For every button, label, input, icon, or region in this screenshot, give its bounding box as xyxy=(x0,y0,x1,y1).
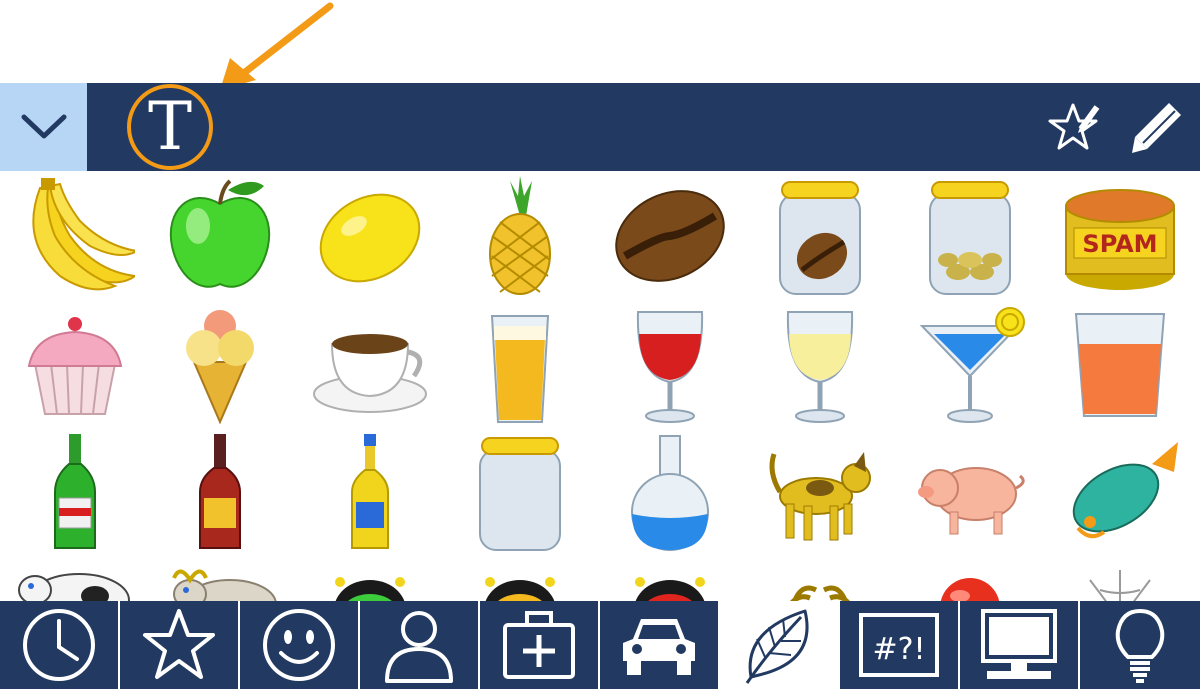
symbol-cell[interactable] xyxy=(445,171,595,301)
symbol-cell[interactable] xyxy=(145,427,295,557)
ice-cream-cone-icon xyxy=(186,310,254,424)
coffee-jar-icon xyxy=(779,181,861,295)
symbol-cell[interactable] xyxy=(295,555,445,601)
lemon-icon xyxy=(319,193,421,283)
jar-of-nuts-icon xyxy=(929,181,1011,295)
category-nature[interactable] xyxy=(720,601,840,689)
symbol-cell[interactable] xyxy=(0,427,150,557)
category-people[interactable] xyxy=(360,601,480,689)
green-bottle-icon xyxy=(54,434,96,549)
symbol-cell[interactable] xyxy=(745,555,895,601)
symbol-cell[interactable] xyxy=(895,427,1045,557)
bull-icon xyxy=(172,569,277,601)
empty-jar-icon xyxy=(479,437,561,551)
fish-icon xyxy=(1072,442,1178,539)
text-mode-button[interactable]: T xyxy=(120,83,220,171)
symbol-cell[interactable] xyxy=(445,555,595,601)
cocktail-glass-icon xyxy=(919,307,1025,423)
symbol-cell[interactable] xyxy=(1045,427,1195,557)
symbol-cell[interactable] xyxy=(0,171,150,301)
symbol-cell[interactable] xyxy=(145,555,295,601)
symbol-cell[interactable] xyxy=(595,299,745,429)
ladybug-icon xyxy=(635,577,705,601)
web-icon xyxy=(1089,570,1151,601)
symbol-cell[interactable] xyxy=(145,299,295,429)
star-pencil-icon xyxy=(1048,103,1100,150)
spam-can-icon: SPAM xyxy=(1065,189,1175,290)
lightbulb-icon xyxy=(1115,609,1165,683)
pencil-icon xyxy=(1132,103,1181,153)
banana-icon xyxy=(32,178,135,291)
juice-glass-icon xyxy=(1074,313,1166,417)
white-wine-glass-icon xyxy=(786,311,854,423)
symbol-cell[interactable] xyxy=(295,299,445,429)
top-blank-area xyxy=(0,0,1200,83)
symbol-cell[interactable] xyxy=(445,427,595,557)
edit-button[interactable] xyxy=(1127,99,1187,155)
first-aid-kit-icon xyxy=(503,611,575,679)
cupcake-icon xyxy=(27,317,123,415)
cow-icon xyxy=(18,573,130,601)
punctuation-icon: #?! xyxy=(859,613,939,677)
category-punctuation[interactable]: #?! xyxy=(840,601,960,689)
symbol-cell[interactable] xyxy=(0,555,150,601)
pineapple-icon xyxy=(489,176,551,295)
smiley-icon xyxy=(263,609,335,681)
category-ideas[interactable] xyxy=(1080,601,1200,689)
symbol-cell[interactable] xyxy=(895,555,1045,601)
wine-bottle-icon xyxy=(199,434,241,549)
collapse-button[interactable] xyxy=(0,83,87,171)
spider-icon xyxy=(790,585,850,601)
symbol-cell[interactable] xyxy=(895,299,1045,429)
symbol-toolbar: T xyxy=(0,83,1200,171)
category-computer[interactable] xyxy=(960,601,1080,689)
symbol-cell[interactable] xyxy=(295,171,445,301)
symbol-cell[interactable] xyxy=(1045,299,1195,429)
computer-icon xyxy=(981,609,1057,679)
symbol-cell[interactable]: SPAM xyxy=(1045,171,1195,301)
symbol-cell[interactable] xyxy=(745,171,895,301)
green-bug-icon xyxy=(335,577,405,601)
symbol-cell[interactable] xyxy=(895,171,1045,301)
edit-favorites-button[interactable] xyxy=(1045,99,1105,155)
chevron-down-icon xyxy=(21,114,66,139)
spam-label: SPAM xyxy=(1082,230,1157,258)
green-apple-icon xyxy=(169,179,271,288)
category-health[interactable] xyxy=(480,601,600,689)
coffee-cup-icon xyxy=(313,334,427,413)
symbol-cell[interactable] xyxy=(595,427,745,557)
yellow-bottle-icon xyxy=(351,434,389,549)
symbol-cell[interactable] xyxy=(445,299,595,429)
flask-icon xyxy=(631,435,709,551)
recent-clock-icon xyxy=(23,609,95,681)
symbol-cell[interactable] xyxy=(0,299,150,429)
symbol-cell[interactable] xyxy=(295,427,445,557)
category-emotions[interactable] xyxy=(240,601,360,689)
pig-icon xyxy=(918,467,1025,535)
coffee-bean-icon xyxy=(615,190,725,282)
red-ball-icon xyxy=(940,578,1000,601)
symbol-cell[interactable] xyxy=(745,299,895,429)
favorites-star-icon xyxy=(143,609,215,679)
symbol-cell[interactable] xyxy=(595,555,745,601)
symbol-grid: SPAM xyxy=(0,171,1200,601)
category-favorites[interactable] xyxy=(120,601,240,689)
leaf-icon xyxy=(745,609,809,684)
category-transport[interactable] xyxy=(600,601,720,689)
symbol-cell[interactable] xyxy=(745,427,895,557)
text-mode-glyph: T xyxy=(127,84,213,170)
beer-glass-icon xyxy=(490,315,550,423)
person-icon xyxy=(385,611,453,683)
symbol-cell[interactable] xyxy=(1045,555,1195,601)
symbol-cell[interactable] xyxy=(145,171,295,301)
category-bar: #?! xyxy=(0,601,1200,689)
dog-icon xyxy=(769,452,871,541)
punctuation-label: #?! xyxy=(872,632,925,667)
car-icon xyxy=(623,619,695,675)
symbol-cell[interactable] xyxy=(595,171,745,301)
category-recent[interactable] xyxy=(0,601,120,689)
red-wine-glass-icon xyxy=(636,311,704,423)
bee-icon xyxy=(485,577,555,601)
